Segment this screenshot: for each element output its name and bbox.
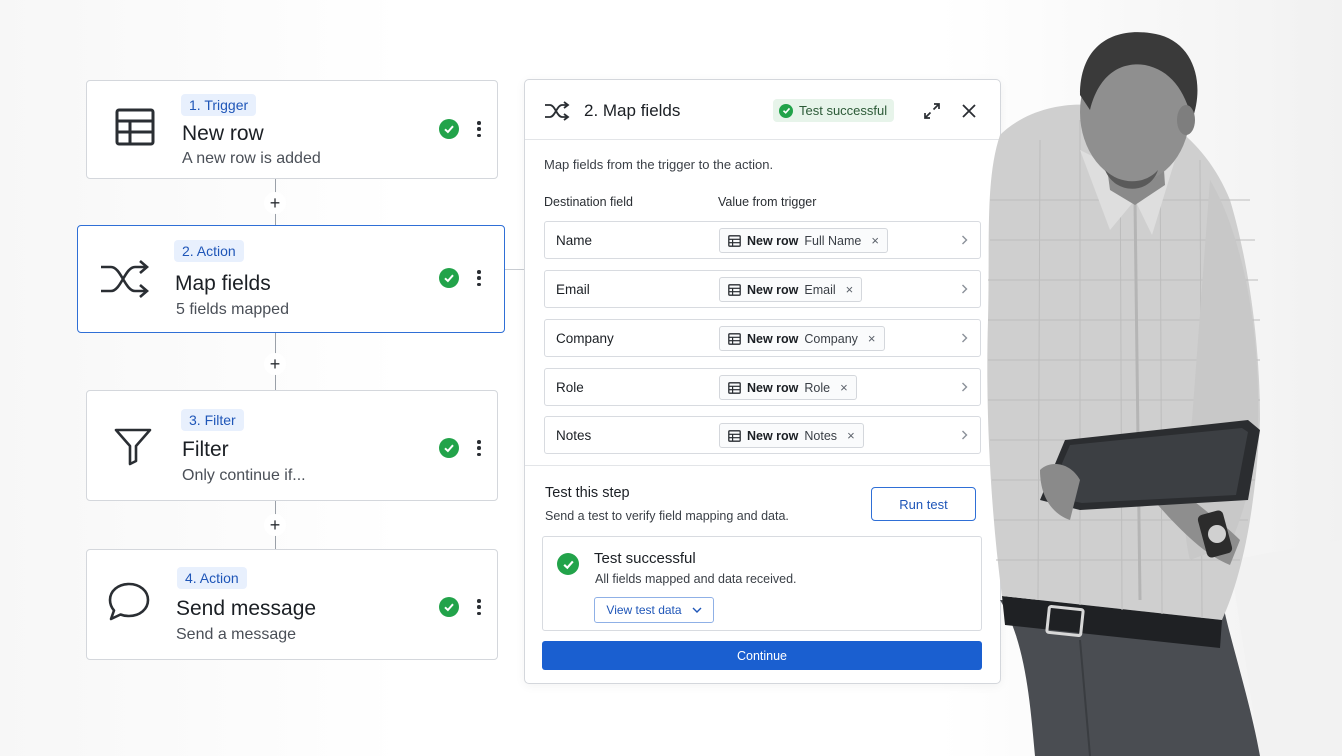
divider (525, 465, 1000, 466)
success-check-icon (557, 553, 579, 575)
chevron-down-icon (692, 607, 702, 613)
value-chip[interactable]: New row Company × (719, 326, 885, 351)
test-section-title: Test this step (545, 485, 630, 501)
field-name: Company (556, 331, 614, 346)
step-title: Send message (176, 597, 317, 620)
remove-icon[interactable]: × (847, 428, 855, 443)
chip-source: New row (747, 282, 799, 297)
success-check-icon (779, 103, 793, 118)
success-check-icon (439, 438, 459, 458)
remove-icon[interactable]: × (846, 282, 854, 297)
value-chip[interactable]: New row Full Name × (719, 228, 888, 253)
step-card-send-message[interactable]: 4. Action Send message Send a message (86, 549, 498, 660)
add-step-button-2[interactable]: + (264, 353, 286, 375)
test-status-badge: Test successful (773, 99, 895, 122)
column-header-destination: Destination field (544, 195, 633, 209)
remove-icon[interactable]: × (871, 233, 879, 248)
test-result-title: Test successful (594, 550, 696, 567)
chip-value: Company (804, 331, 858, 346)
view-test-data-button[interactable]: View test data (594, 597, 714, 623)
more-options-icon[interactable] (473, 597, 485, 617)
add-step-button-1[interactable]: + (264, 192, 286, 214)
remove-icon[interactable]: × (868, 331, 876, 346)
step-title: Map fields (175, 272, 271, 295)
field-mapping-row[interactable]: Name New row Full Name × (544, 221, 981, 259)
more-options-icon[interactable] (473, 119, 485, 139)
chip-source: New row (747, 428, 799, 443)
table-icon (728, 429, 741, 442)
success-check-icon (439, 597, 459, 617)
column-header-value: Value from trigger (718, 195, 817, 209)
field-mapping-row[interactable]: Company New row Company × (544, 319, 981, 357)
table-icon (728, 234, 741, 247)
more-options-icon[interactable] (473, 268, 485, 288)
step-subtitle: A new row is added (182, 150, 321, 167)
test-status-label: Test successful (799, 103, 888, 118)
test-result-description: All fields mapped and data received. (595, 572, 797, 586)
field-mapping-row[interactable]: Role New row Role × (544, 368, 981, 406)
chat-bubble-icon (101, 574, 157, 630)
table-icon (728, 332, 741, 345)
step-subtitle: Only continue if... (182, 467, 306, 484)
chip-source: New row (747, 331, 799, 346)
chip-value: Full Name (804, 233, 862, 248)
step-subtitle: 5 fields mapped (176, 301, 289, 318)
value-chip[interactable]: New row Notes × (719, 423, 864, 448)
panel-description: Map fields from the trigger to the actio… (544, 157, 774, 172)
chip-source: New row (747, 380, 799, 395)
field-name: Name (556, 233, 593, 248)
step-card-filter[interactable]: 3. Filter Filter Only continue if... (86, 390, 498, 501)
shuffle-icon (544, 99, 570, 123)
panel-connector-line (504, 269, 525, 270)
value-chip[interactable]: New row Role × (719, 375, 857, 400)
remove-icon[interactable]: × (840, 380, 848, 395)
more-options-icon[interactable] (473, 438, 485, 458)
table-icon (728, 283, 741, 296)
field-mapping-row[interactable]: Notes New row Notes × (544, 416, 981, 454)
step-subtitle: Send a message (176, 626, 297, 643)
success-check-icon (439, 119, 459, 139)
table-icon (107, 99, 163, 155)
step-badge: 1. Trigger (181, 94, 257, 116)
step-card-map-fields[interactable]: 2. Action Map fields 5 fields mapped (77, 225, 505, 333)
panel-header: 2. Map fields Test successful (525, 80, 1000, 140)
step-badge: 4. Action (177, 567, 247, 589)
person-with-tablet-photo (930, 0, 1342, 756)
view-test-data-label: View test data (606, 603, 682, 617)
field-mapping-row[interactable]: Email New row Email × (544, 270, 981, 308)
chip-value: Email (804, 282, 836, 297)
value-chip[interactable]: New row Email × (719, 277, 863, 302)
step-badge: 3. Filter (181, 409, 244, 431)
test-section-description: Send a test to verify field mapping and … (545, 509, 789, 523)
chip-value: Role (804, 380, 831, 395)
step-badge: 2. Action (174, 240, 244, 262)
filter-icon (105, 418, 161, 474)
success-check-icon (439, 268, 459, 288)
shuffle-icon (97, 251, 153, 307)
continue-button[interactable]: Continue (542, 641, 982, 670)
field-name: Role (556, 380, 584, 395)
step-title: Filter (182, 438, 229, 461)
step-card-trigger[interactable]: 1. Trigger New row A new row is added (86, 80, 498, 179)
step-title: New row (182, 122, 264, 145)
panel-title: 2. Map fields (584, 101, 681, 120)
chip-value: Notes (804, 428, 838, 443)
table-icon (728, 381, 741, 394)
field-name: Notes (556, 428, 592, 443)
add-step-button-3[interactable]: + (264, 514, 286, 536)
chip-source: New row (747, 233, 799, 248)
test-result-box: Test successful All fields mapped and da… (542, 536, 982, 631)
field-name: Email (556, 282, 590, 297)
